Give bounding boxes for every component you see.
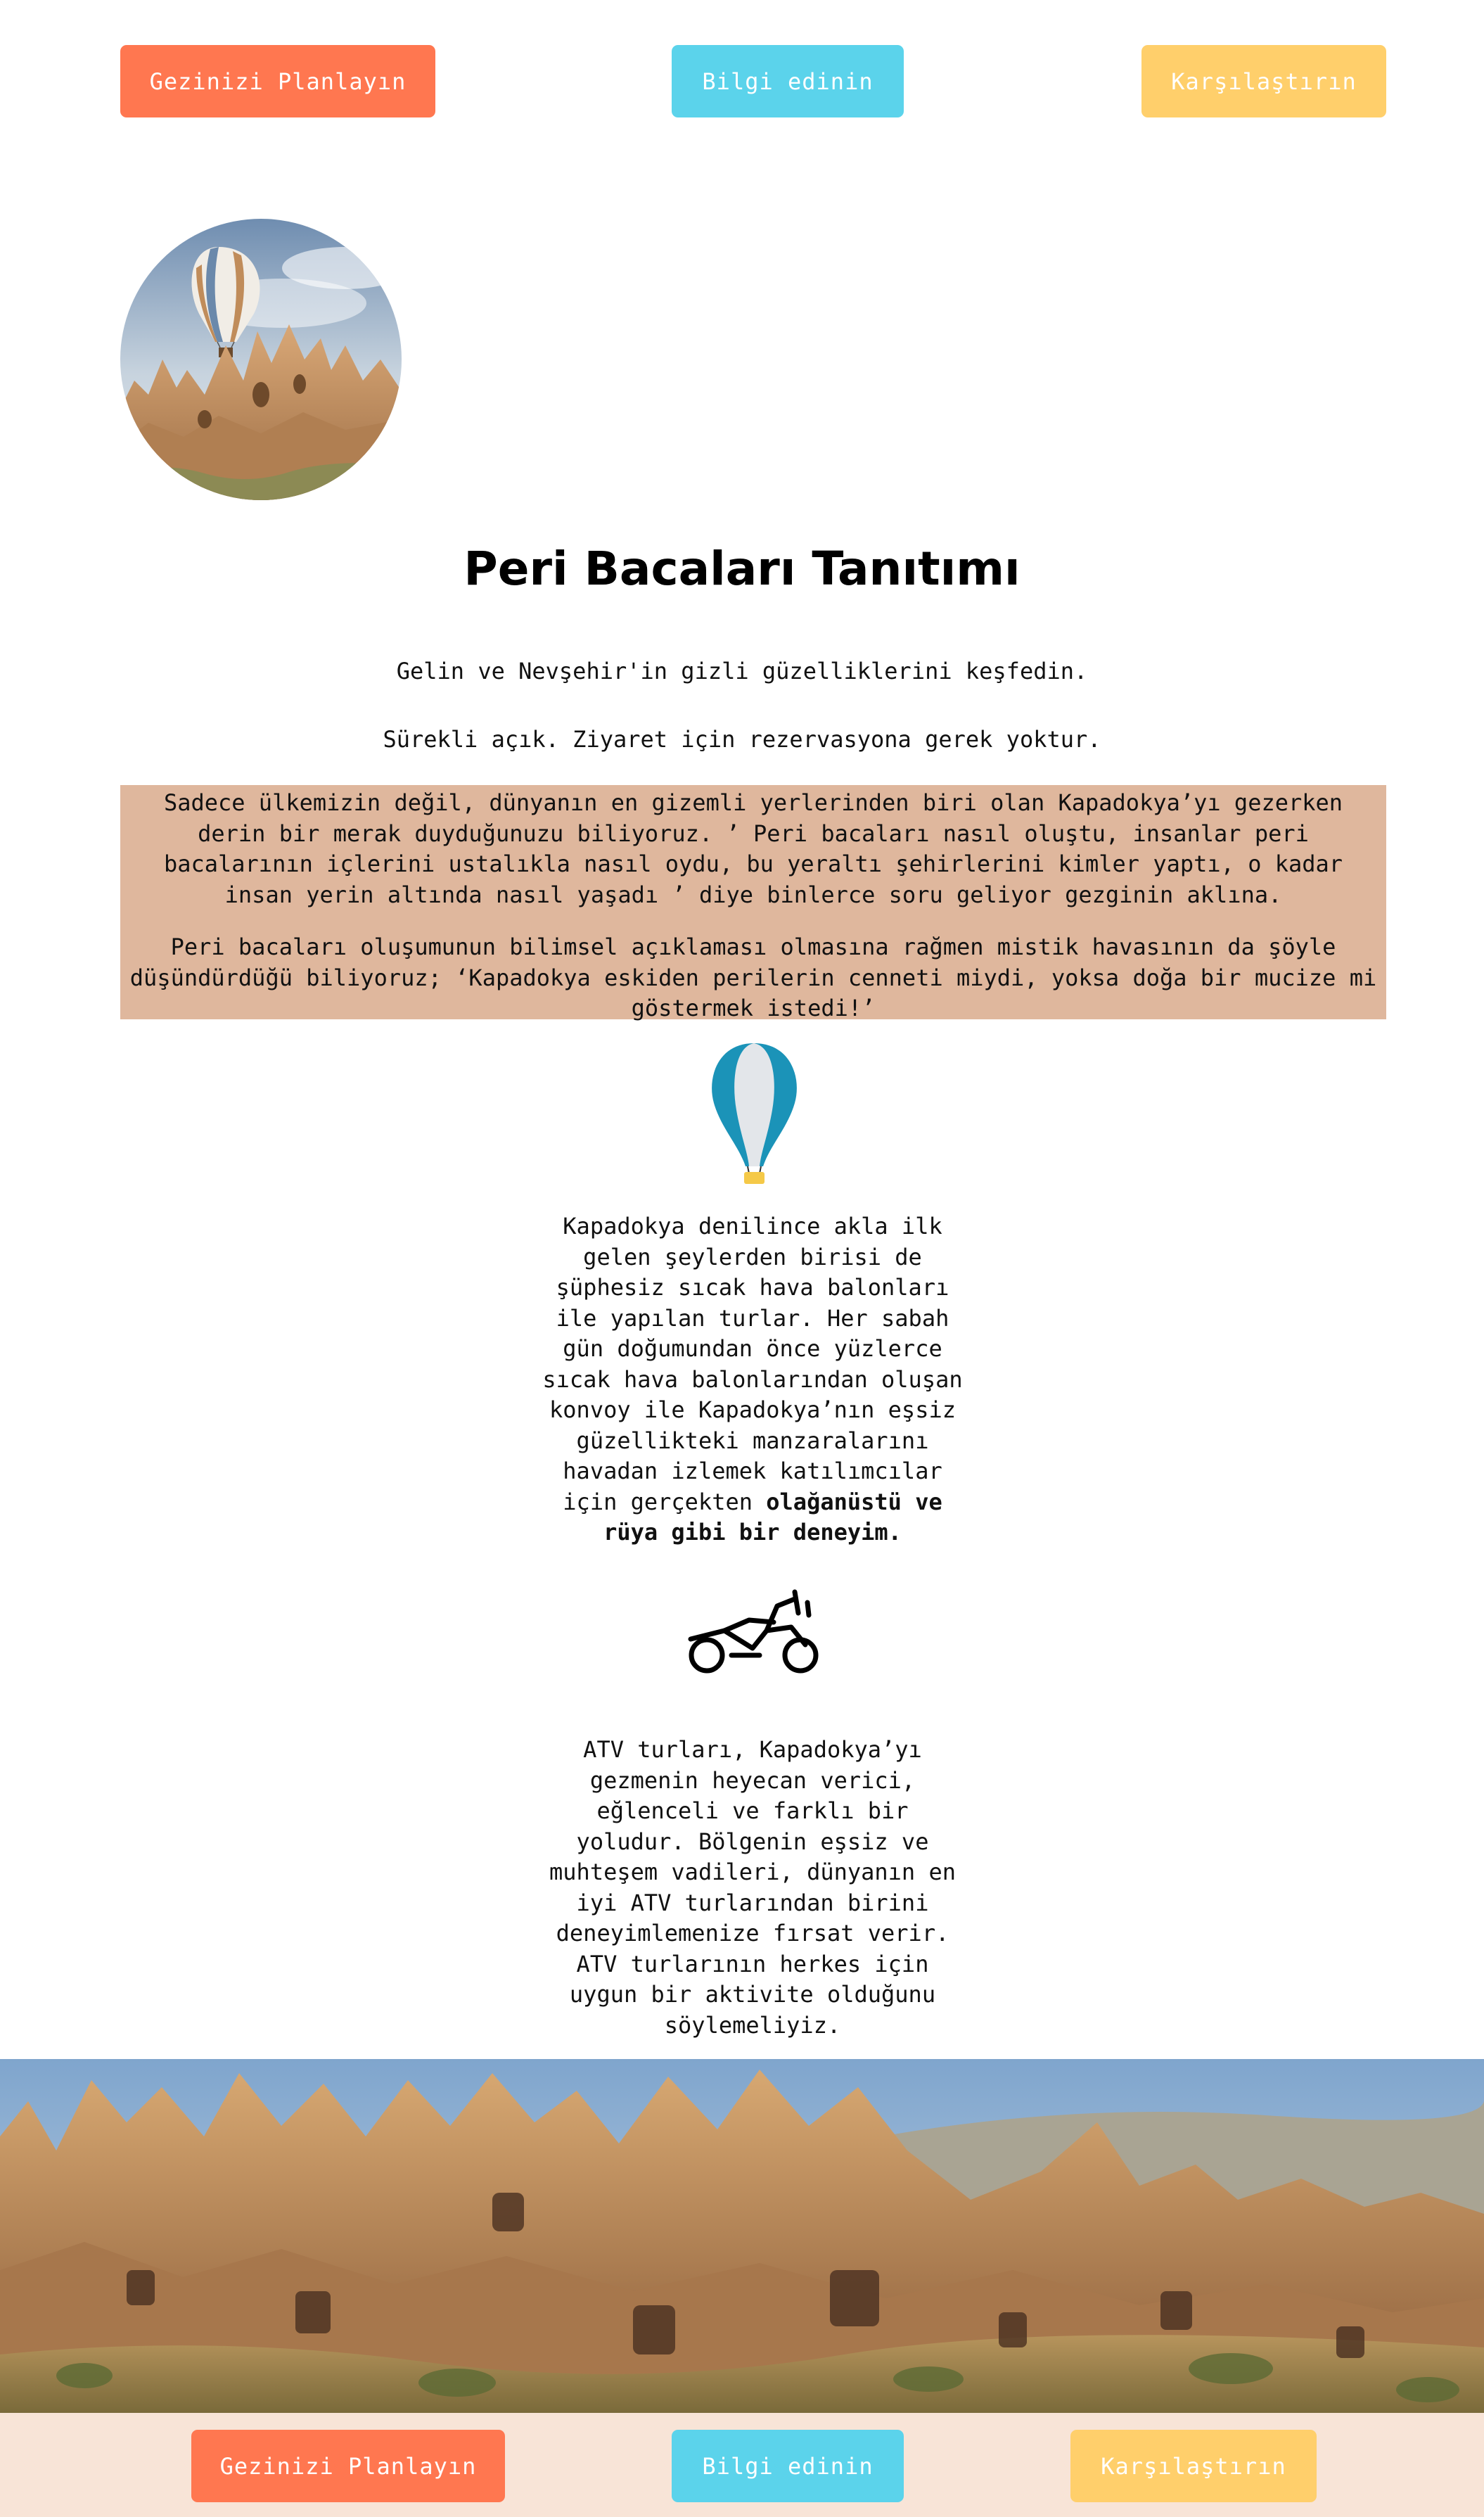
compare-button[interactable]: Karşılaştırın — [1141, 45, 1386, 117]
get-info-button[interactable]: Bilgi edinin — [672, 45, 904, 117]
landscape-banner-image — [0, 2059, 1484, 2413]
hero-image — [120, 219, 402, 500]
atv-section-text: ATV turları, Kapadokya’yı gezmenin heyec… — [549, 1736, 956, 2039]
balloon-section-text: Kapadokya denilince akla ilk gelen şeyle… — [542, 1211, 964, 1548]
page-title: Peri Bacaları Tanıtımı — [463, 542, 1021, 596]
footer-plan-trip-button[interactable]: Gezinizi Planlayın — [191, 2430, 505, 2502]
footer-compare-button[interactable]: Karşılaştırın — [1070, 2430, 1317, 2502]
balloon-text: Kapadokya denilince akla ilk gelen şeyle… — [542, 1213, 963, 1515]
plan-trip-button[interactable]: Gezinizi Planlayın — [120, 45, 435, 117]
tagline: Gelin ve Nevşehir'in gizli güzelliklerin… — [396, 658, 1088, 684]
intro-section: Sadece ülkemizin değil, dünyanın en gize… — [120, 785, 1386, 1021]
footer-get-info-button[interactable]: Bilgi edinin — [672, 2430, 904, 2502]
open-note: Sürekli açık. Ziyaret için rezervasyona … — [383, 726, 1101, 753]
atv-motorcycle-icon — [682, 1588, 830, 1680]
hot-air-balloon-icon — [703, 1040, 805, 1184]
intro-paragraph-1: Sadece ülkemizin değil, dünyanın en gize… — [163, 789, 1343, 908]
intro-paragraph-2: Peri bacaları oluşumunun bilimsel açıkla… — [129, 933, 1377, 1021]
